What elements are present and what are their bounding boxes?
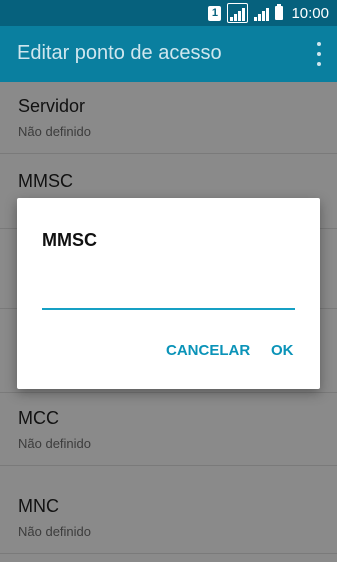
- list-item-label: Servidor: [18, 96, 86, 116]
- ok-button[interactable]: OK: [271, 342, 294, 359]
- status-icons: 1 10:00: [208, 0, 329, 26]
- list-item-label: MCC: [18, 408, 59, 428]
- app-bar: Editar ponto de acesso: [0, 26, 337, 82]
- list-item-mcc[interactable]: MCC Não definido: [0, 394, 337, 466]
- mmsc-input[interactable]: [42, 278, 295, 310]
- page-title: Editar ponto de acesso: [17, 42, 222, 64]
- signal-icon: [227, 3, 249, 23]
- list-item-value: Não definido: [18, 436, 91, 451]
- signal-icon-2: [254, 5, 270, 21]
- sim-icon: 1: [208, 5, 222, 21]
- list-item-value: Não definido: [18, 124, 91, 139]
- mmsc-dialog: MMSC CANCELAR OK: [17, 198, 320, 389]
- status-time: 10:00: [291, 4, 329, 22]
- list-item-servidor[interactable]: Servidor Não definido: [0, 82, 337, 154]
- overflow-menu-icon[interactable]: [315, 42, 323, 66]
- status-bar: 1 10:00: [0, 0, 337, 26]
- dialog-title: MMSC: [42, 230, 97, 250]
- cancel-button[interactable]: CANCELAR: [166, 342, 250, 359]
- list-item-label: MNC: [18, 496, 59, 516]
- battery-icon: [275, 4, 284, 20]
- list-item-value: Não definido: [18, 524, 91, 539]
- list-item-label: MMSC: [18, 171, 73, 191]
- list-item-mnc[interactable]: MNC Não definido: [0, 482, 337, 554]
